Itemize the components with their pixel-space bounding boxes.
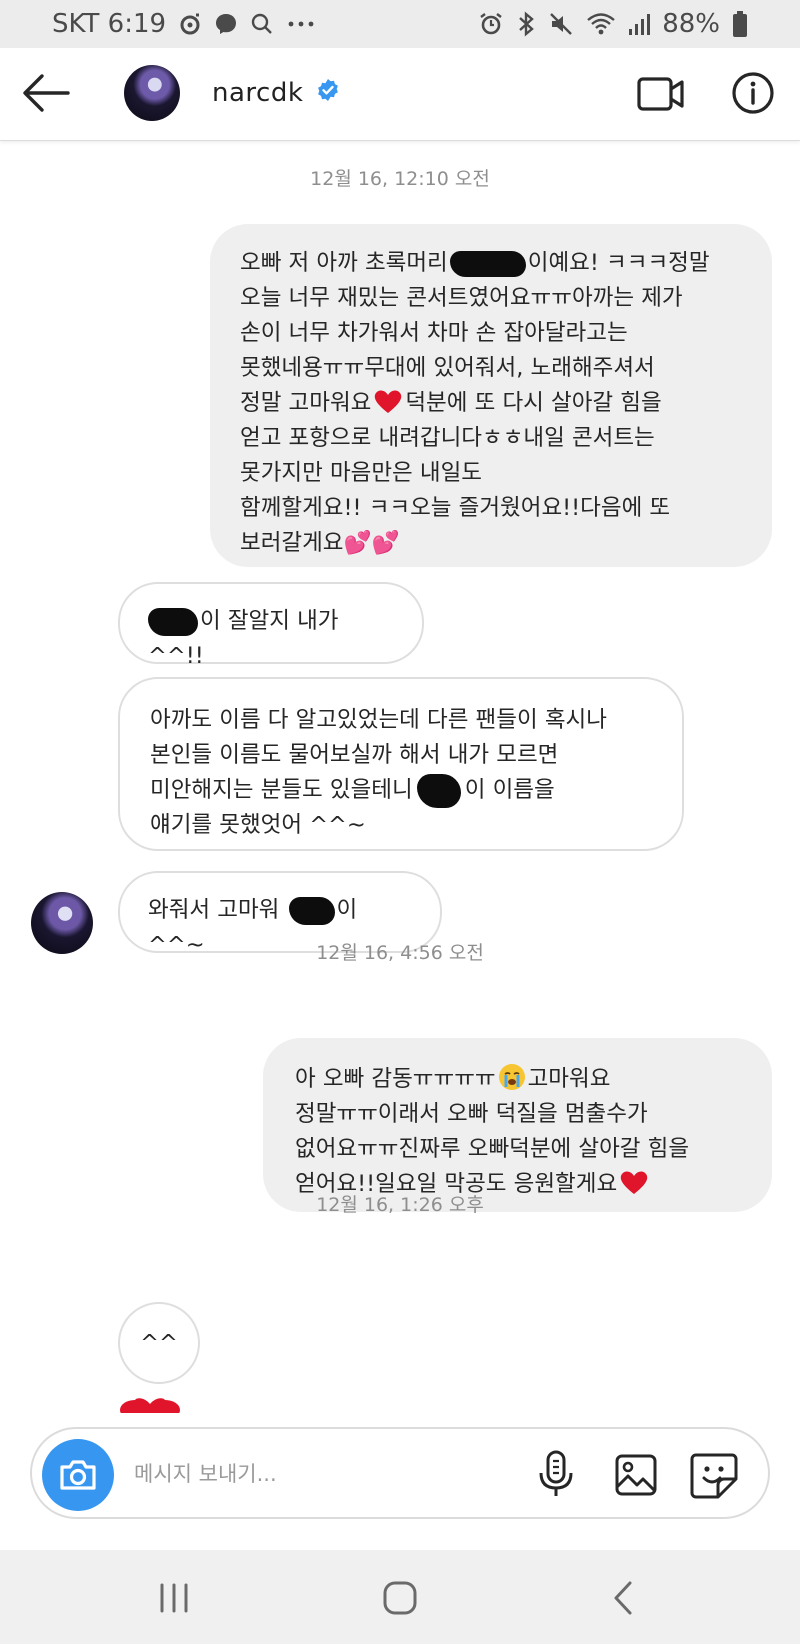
message-composer (30, 1427, 770, 1519)
redacted-scribble (148, 607, 198, 636)
message-input[interactable] (132, 1451, 516, 1497)
outgoing-message[interactable]: 오빠 저 아까 초록머리 이예요! ㅋㅋㅋ정말 오늘 너무 재밌는 콘서트였어요ㅠ… (210, 224, 772, 567)
message-line: 못가지만 마음만은 내일도 (240, 460, 483, 486)
message-line: 손이 너무 차가워서 차마 손 잡아달라고는 (240, 320, 628, 346)
incoming-message[interactable]: 아까도 이름 다 알고있었는데 다른 팬들이 혹시나 본인들 이름도 물어보실까… (118, 677, 684, 851)
chevron-left-icon (614, 1581, 632, 1615)
message-line: 아까도 이름 다 알고있었는데 다른 팬들이 혹시나 (150, 707, 607, 733)
info-button[interactable] (730, 70, 776, 116)
username: narcdk (212, 78, 304, 108)
message-thread[interactable]: 12월 16, 12:10 오전 오빠 저 아까 초록머리 이예요! ㅋㅋㅋ정말 … (0, 141, 800, 1413)
message-line: 오늘 너무 재밌는 콘서트였어요ㅠㅠ아까는 제가 (240, 285, 683, 311)
back-arrow-icon (23, 74, 70, 112)
recent-apps-icon (160, 1583, 188, 1613)
battery-icon (732, 10, 748, 38)
more-icon (286, 12, 316, 36)
message-line: 오빠 저 아까 초록머리 이예요! ㅋㅋㅋ정말 (240, 250, 710, 277)
chat-header: narcdk (0, 48, 800, 141)
search-icon (250, 12, 274, 36)
messenger-icon (214, 12, 238, 36)
video-call-button[interactable] (636, 72, 686, 116)
sticker-button[interactable] (688, 1449, 740, 1501)
bluetooth-icon (516, 11, 536, 37)
message-line: 미안해지는 분들도 있을테니 이 이름을 (150, 773, 654, 808)
crying-face-emoji-icon (498, 1064, 525, 1090)
back-button[interactable] (20, 70, 72, 116)
voice-message-button[interactable] (532, 1449, 580, 1499)
microphone-icon (539, 1450, 573, 1496)
message-line: 정말 고마워요 덕분에 또 다시 살아갈 힘을 (240, 390, 662, 416)
redacted-scribble (449, 250, 526, 277)
message-text: ^^ (140, 1329, 178, 1356)
camera-icon (60, 1460, 96, 1490)
message-line: 아 오빠 감동ㅠㅠㅠㅠ 고마워요 (295, 1062, 746, 1097)
message-line: 보러갈게요💕💕 (240, 530, 400, 556)
signal-icon (628, 11, 651, 37)
message-line: 정말ㅠㅠ이래서 오빠 덕질을 멈출수가 (295, 1101, 648, 1127)
system-nav-bar (0, 1550, 800, 1644)
camera-button[interactable] (42, 1439, 114, 1511)
two-hearts-emoji: 💕💕 (343, 530, 400, 556)
outgoing-message[interactable]: 아 오빠 감동ㅠㅠㅠㅠ 고마워요 정말ㅠㅠ이래서 오빠 덕질을 멈출수가 없어요ㅠ… (263, 1038, 772, 1212)
message-line: 얘기를 못했엇어 ^^~ (150, 812, 366, 838)
heart-reaction-icon (120, 1398, 180, 1413)
sticker-icon (690, 1453, 738, 1499)
message-line: 못했네용ㅠㅠ무대에 있어줘서, 노래해주셔서 (240, 355, 655, 381)
recent-apps-button[interactable] (152, 1578, 196, 1618)
message-timestamp: 12월 16, 12:10 오전 (310, 168, 490, 190)
status-bar: SKT 6:19 88% (0, 0, 800, 48)
message-text: 와줘서 고마워 (148, 897, 280, 923)
info-icon (732, 72, 774, 114)
message-timestamp: 12월 16, 1:26 오후 (316, 1194, 484, 1216)
carrier-time: SKT 6:19 (52, 9, 167, 39)
mute-icon (548, 11, 574, 37)
message-line: 없어요ㅠㅠ진짜루 오빠덕분에 살아갈 힘을 (295, 1136, 690, 1162)
threads-icon (178, 12, 202, 36)
message-line: 본인들 이름도 물어보실까 해서 내가 모르면 (150, 742, 559, 768)
username-header[interactable]: narcdk (212, 78, 340, 109)
message-line: 얻고 포항으로 내려갑니다ㅎㅎ내일 콘서트는 (240, 425, 655, 451)
home-button[interactable] (378, 1578, 422, 1618)
message-line: 함께할게요!! ㅋㅋ오늘 즐거웠어요!!다음에 또 (240, 495, 671, 521)
incoming-message[interactable]: 이 잘알지 내가 ^^!! (118, 582, 424, 669)
nav-back-button[interactable] (602, 1578, 646, 1618)
home-icon (383, 1581, 417, 1615)
image-icon (615, 1454, 657, 1496)
redacted-scribble (288, 896, 335, 925)
wifi-icon (586, 11, 616, 37)
video-camera-icon (637, 77, 684, 111)
battery-percent: 88% (662, 9, 720, 39)
gallery-button[interactable] (612, 1451, 660, 1499)
incoming-message[interactable]: ^^ (118, 1302, 200, 1384)
status-left: SKT 6:19 (52, 9, 316, 39)
status-right: 88% (478, 9, 748, 39)
redacted-scribble (416, 773, 461, 808)
alarm-icon (478, 11, 504, 37)
heart-emoji-icon (375, 390, 402, 413)
avatar[interactable] (124, 65, 180, 121)
message-timestamp: 12월 16, 4:56 오전 (316, 942, 484, 964)
verified-badge-icon (316, 78, 340, 109)
